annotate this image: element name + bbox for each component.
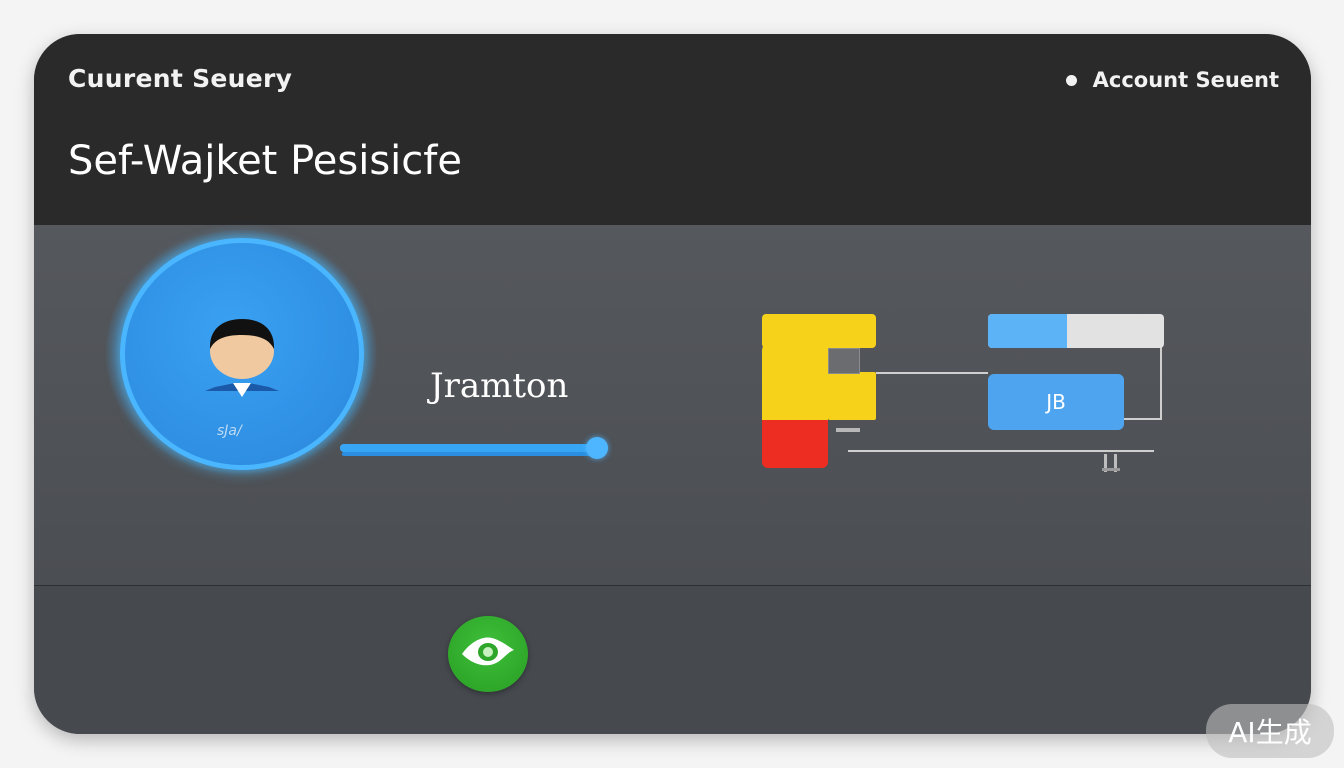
- progress-fill: [988, 314, 1068, 348]
- plug-icon: [1102, 454, 1120, 472]
- dash-marker: [836, 428, 860, 432]
- avatar[interactable]: sJa/: [120, 238, 364, 470]
- connector-line: [876, 372, 988, 374]
- slider-fill: [340, 444, 600, 452]
- yellow-block-right[interactable]: [828, 372, 876, 420]
- ai-generated-badge: AI生成: [1206, 704, 1334, 758]
- account-selector[interactable]: Account Seuent: [1065, 68, 1279, 92]
- avatar-signature: sJa/: [217, 423, 242, 439]
- avatar-container: sJa/: [106, 230, 376, 474]
- slider-handle[interactable]: [586, 437, 608, 459]
- action-button[interactable]: JB: [988, 374, 1124, 430]
- status-dot-icon: [1065, 74, 1077, 86]
- profile-slider[interactable]: [340, 437, 608, 459]
- user-name: Jramton: [430, 366, 569, 406]
- connector-line: [1124, 418, 1162, 420]
- footer-panel: [34, 586, 1311, 734]
- progress-bar: [988, 314, 1164, 348]
- eye-icon: [462, 637, 514, 666]
- connector-line: [1160, 346, 1162, 420]
- connector-tab: [828, 348, 860, 374]
- eye-button[interactable]: [448, 616, 528, 692]
- red-block[interactable]: [762, 420, 828, 468]
- yellow-block-top[interactable]: [762, 314, 876, 348]
- header-bar: Cuurent Seuery Account Seuent Sef-Wajket…: [34, 34, 1311, 225]
- section-title: Cuurent Seuery: [68, 64, 293, 93]
- yellow-block-left[interactable]: [762, 344, 828, 422]
- page-title: Sef-Wajket Pesisicfe: [68, 138, 462, 184]
- account-label: Account Seuent: [1092, 68, 1279, 92]
- user-person-icon: [205, 319, 279, 397]
